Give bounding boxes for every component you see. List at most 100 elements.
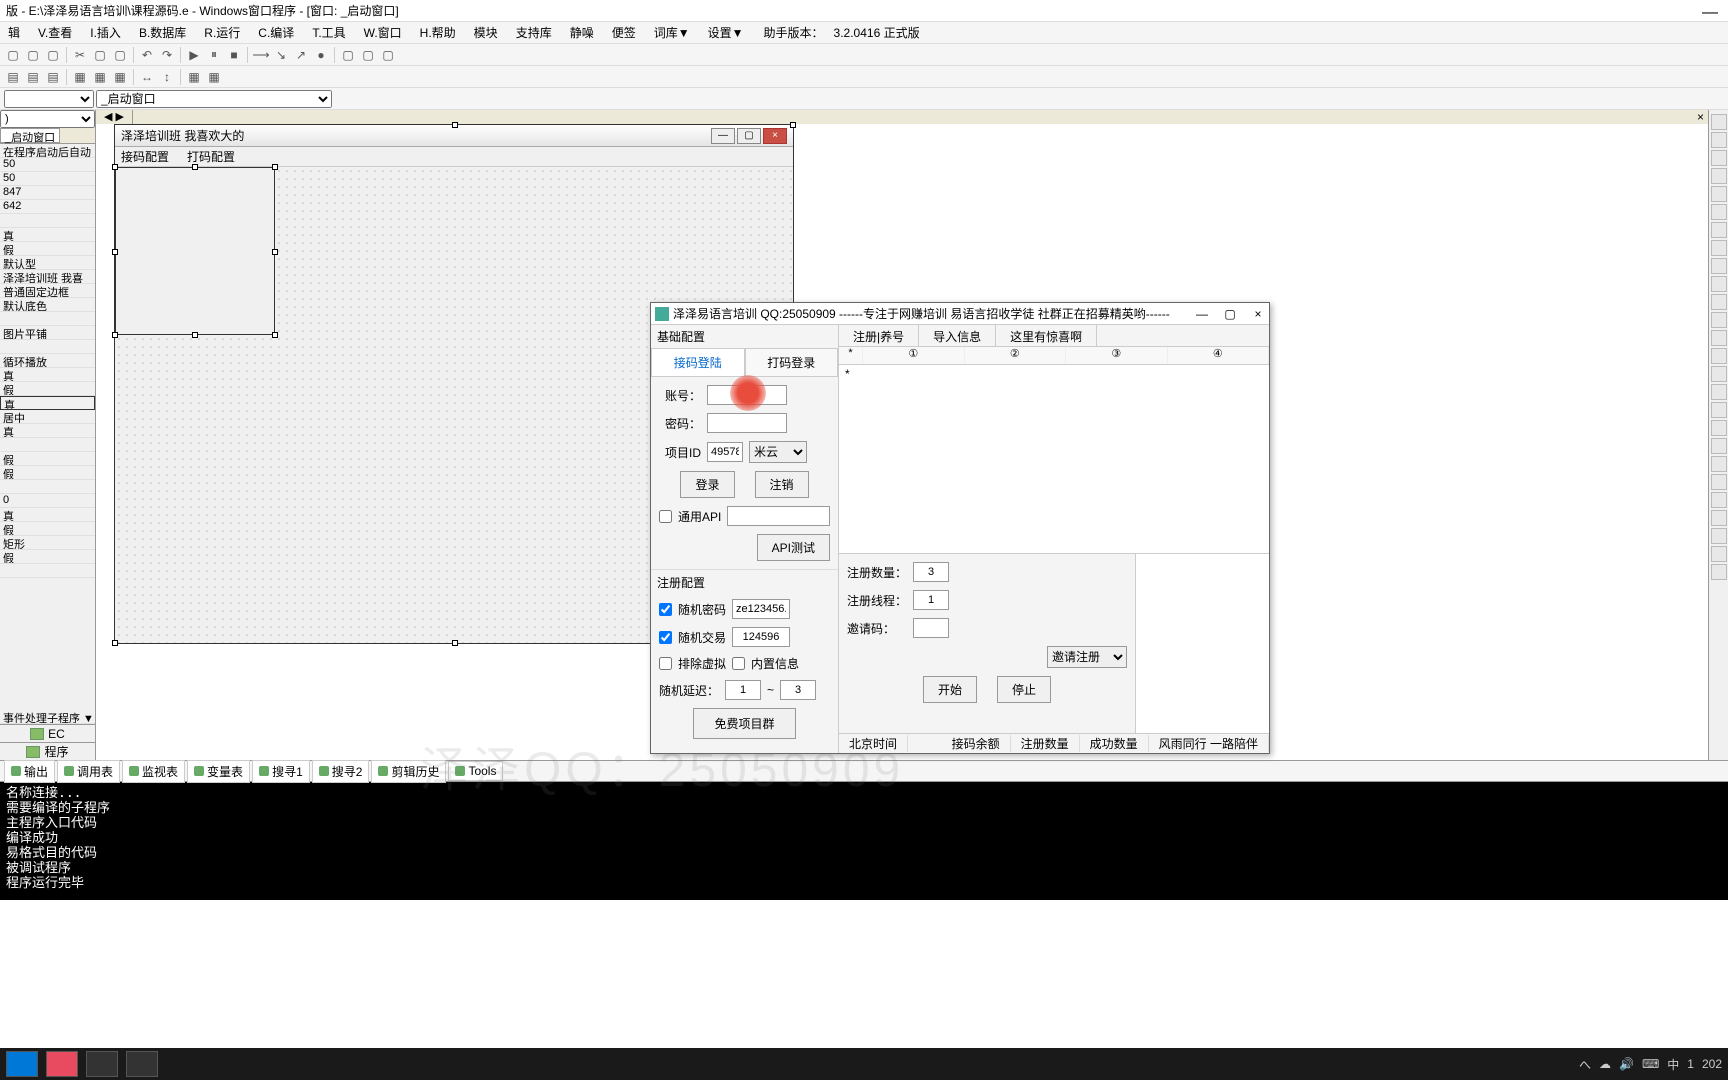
tray-ime-icon[interactable]: ⌨ bbox=[1642, 1057, 1659, 1071]
menu-notes[interactable]: 便签 bbox=[608, 22, 640, 43]
window-combo[interactable]: _启动窗口 bbox=[96, 90, 332, 108]
builtin-checkbox[interactable] bbox=[732, 657, 745, 670]
menu-settings[interactable]: 设置▼ bbox=[704, 22, 748, 43]
account-input[interactable] bbox=[707, 385, 787, 405]
tray-cloud-icon[interactable]: ☁ bbox=[1599, 1057, 1611, 1071]
prop-row[interactable]: 普通固定边框 bbox=[0, 284, 95, 298]
api-input[interactable] bbox=[727, 506, 830, 526]
tb-find-icon[interactable]: ▢ bbox=[359, 46, 377, 64]
prop-row[interactable]: 在程序启动后自动 bbox=[0, 144, 95, 158]
resize-handle[interactable] bbox=[112, 640, 118, 646]
resize-handle[interactable] bbox=[272, 164, 278, 170]
tool-timer-icon[interactable] bbox=[1711, 276, 1727, 292]
dist-v-icon[interactable]: ↕ bbox=[158, 68, 176, 86]
align-mid-icon[interactable]: ▦ bbox=[91, 68, 109, 86]
tool-image-icon[interactable] bbox=[1711, 258, 1727, 274]
resize-handle[interactable] bbox=[192, 332, 198, 338]
align-left-icon[interactable]: ▤ bbox=[4, 68, 22, 86]
prop-row[interactable]: 居中 bbox=[0, 410, 95, 424]
tb-save-icon[interactable]: ▢ bbox=[44, 46, 62, 64]
resize-handle[interactable] bbox=[112, 164, 118, 170]
tool-edit-icon[interactable] bbox=[1711, 168, 1727, 184]
align-bot-icon[interactable]: ▦ bbox=[111, 68, 129, 86]
tool-list-icon[interactable] bbox=[1711, 204, 1727, 220]
prop-row[interactable] bbox=[0, 214, 95, 228]
menu-dict[interactable]: 词库▼ bbox=[650, 22, 694, 43]
dialog-max-icon[interactable]: ▢ bbox=[1223, 307, 1237, 321]
menu-view[interactable]: V.查看 bbox=[34, 22, 76, 43]
free-group-button[interactable]: 免费项目群 bbox=[693, 708, 795, 739]
menu-edit[interactable]: 辑 bbox=[4, 22, 24, 43]
tool-button-icon[interactable] bbox=[1711, 150, 1727, 166]
tool-combo-icon[interactable] bbox=[1711, 186, 1727, 202]
menu-lib[interactable]: 支持库 bbox=[512, 22, 556, 43]
resize-handle[interactable] bbox=[452, 640, 458, 646]
reg-thread-input[interactable] bbox=[913, 590, 949, 610]
col-1[interactable]: ① bbox=[863, 347, 965, 364]
tool-slider-icon[interactable] bbox=[1711, 384, 1727, 400]
prop-row[interactable]: 50 bbox=[0, 172, 95, 186]
tab-register[interactable]: 注册|养号 bbox=[839, 325, 919, 346]
exclude-checkbox[interactable] bbox=[659, 657, 672, 670]
dialog-titlebar[interactable]: 泽泽易语言培训 QQ:25050909 ------专注于网赚培训 易语言招收学… bbox=[651, 303, 1269, 325]
prop-row[interactable] bbox=[0, 340, 95, 354]
project-input[interactable] bbox=[707, 442, 743, 462]
resize-handle[interactable] bbox=[272, 332, 278, 338]
taskbar-app1[interactable] bbox=[46, 1051, 78, 1077]
selected-panel[interactable] bbox=[115, 167, 275, 335]
form-close-icon[interactable]: × bbox=[763, 128, 787, 144]
resize-handle[interactable] bbox=[112, 249, 118, 255]
start-button[interactable] bbox=[6, 1051, 38, 1077]
prop-row[interactable]: 矩形 bbox=[0, 536, 95, 550]
tb-step-icon[interactable]: ⟶ bbox=[252, 46, 270, 64]
tool-tab-icon[interactable] bbox=[1711, 312, 1727, 328]
rand-trade-input[interactable] bbox=[732, 627, 790, 647]
reg-count-input[interactable] bbox=[913, 562, 949, 582]
system-tray[interactable]: へ ☁ 🔊 ⌨ 中 1 202 bbox=[1579, 1056, 1722, 1073]
tray-lang[interactable]: 中 bbox=[1667, 1056, 1679, 1073]
dialog-close-icon[interactable]: × bbox=[1251, 307, 1265, 321]
resize-handle[interactable] bbox=[452, 122, 458, 128]
menu-tools[interactable]: T.工具 bbox=[308, 22, 349, 43]
align-center-icon[interactable]: ▤ bbox=[24, 68, 42, 86]
prop-row[interactable]: 642 bbox=[0, 200, 95, 214]
invite-input[interactable] bbox=[913, 618, 949, 638]
menu-help[interactable]: H.帮助 bbox=[416, 22, 460, 43]
tool-check-icon[interactable] bbox=[1711, 222, 1727, 238]
align-top-icon[interactable]: ▦ bbox=[71, 68, 89, 86]
canvas-tab[interactable]: ◀ ▶ bbox=[96, 110, 133, 124]
api-test-button[interactable]: API测试 bbox=[757, 534, 830, 561]
col-3[interactable]: ③ bbox=[1066, 347, 1168, 364]
prop-row[interactable]: 假 bbox=[0, 242, 95, 256]
taskbar-app2[interactable] bbox=[86, 1051, 118, 1077]
delay-min-input[interactable] bbox=[725, 680, 761, 700]
tab-output[interactable]: 输出 bbox=[4, 760, 55, 783]
prop-row[interactable] bbox=[0, 480, 95, 494]
tool-scroll-icon[interactable] bbox=[1711, 366, 1727, 382]
prop-row[interactable]: 循环播放 bbox=[0, 354, 95, 368]
tb-misc-icon[interactable]: ▢ bbox=[379, 46, 397, 64]
invite-mode-select[interactable]: 邀请注册 bbox=[1047, 646, 1127, 668]
tool-misc2-icon[interactable] bbox=[1711, 546, 1727, 562]
tool-pointer-icon[interactable] bbox=[1711, 114, 1727, 130]
tab-tools[interactable]: Tools bbox=[448, 761, 503, 781]
tool-radio-icon[interactable] bbox=[1711, 240, 1727, 256]
logout-button[interactable]: 注销 bbox=[755, 471, 809, 498]
menu-compile[interactable]: C.编译 bbox=[254, 22, 298, 43]
event-handler-label[interactable]: 事件处理子程序 ▼ bbox=[0, 710, 95, 724]
api-checkbox[interactable] bbox=[659, 510, 672, 523]
tb-new-icon[interactable]: ▢ bbox=[4, 46, 22, 64]
tab-import[interactable]: 导入信息 bbox=[919, 325, 996, 346]
menu-silence[interactable]: 静噪 bbox=[566, 22, 598, 43]
taskbar-app3[interactable] bbox=[126, 1051, 158, 1077]
tb-bookmark-icon[interactable]: ▢ bbox=[339, 46, 357, 64]
form-min-icon[interactable]: — bbox=[711, 128, 735, 144]
grid-body[interactable]: * bbox=[839, 365, 1269, 553]
tool-progress-icon[interactable] bbox=[1711, 294, 1727, 310]
password-input[interactable] bbox=[707, 413, 787, 433]
tab-search2[interactable]: 搜寻2 bbox=[312, 760, 370, 783]
tool-date-icon[interactable] bbox=[1711, 402, 1727, 418]
menu-run[interactable]: R.运行 bbox=[200, 22, 244, 43]
tool-rich-icon[interactable] bbox=[1711, 474, 1727, 490]
menu-module[interactable]: 模块 bbox=[470, 22, 502, 43]
